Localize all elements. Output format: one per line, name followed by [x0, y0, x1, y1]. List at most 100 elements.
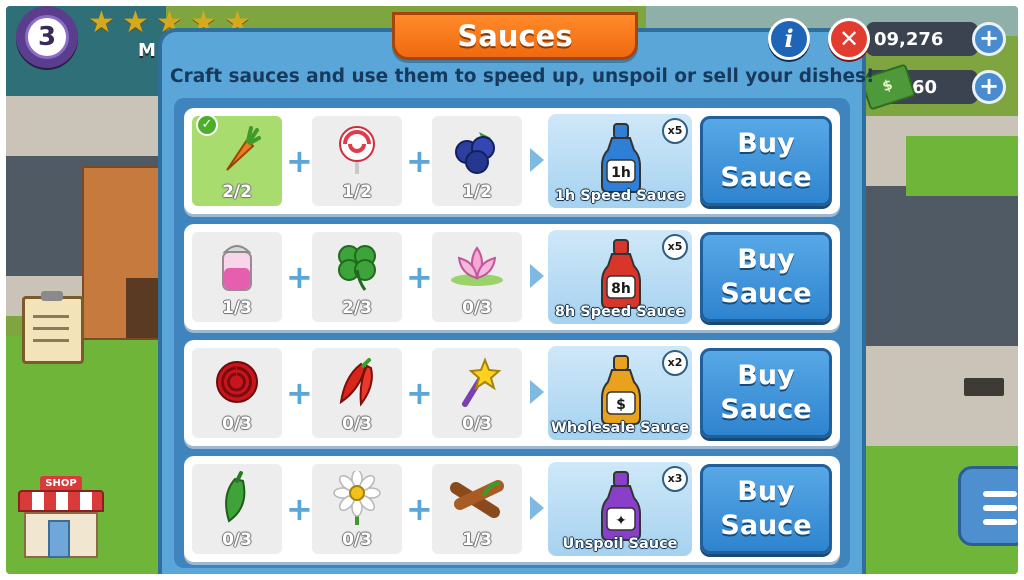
sauce-result[interactable]: 8h x5 8h Speed Sauce: [548, 230, 692, 324]
ingredient-count: 1/2: [342, 182, 372, 202]
svg-text:✦: ✦: [615, 513, 627, 529]
ingredient-count: 0/3: [222, 414, 252, 434]
checkmark-icon: ✓: [196, 114, 218, 136]
info-button[interactable]: i: [768, 18, 810, 60]
buy-sauce-button[interactable]: Buy Sauce: [700, 464, 832, 554]
sauce-name: Unspoil Sauce: [562, 536, 678, 552]
buy-sauce-button[interactable]: Buy Sauce: [700, 348, 832, 438]
blueberries-icon: [432, 124, 522, 176]
ingredient-count: 1/2: [462, 182, 492, 202]
sauce-label: Sauce: [720, 394, 812, 425]
sauce-result[interactable]: 1h x5 1h Speed Sauce: [548, 114, 692, 208]
clipboard-icon[interactable]: [22, 291, 84, 364]
magic-wand-icon: [432, 356, 522, 408]
game-viewport: 3 ★ ★ ★ ★ ★ M 09,276 + 60 $ + SHOP Sauce…: [6, 6, 1018, 574]
star-icon: ★: [88, 6, 115, 40]
plus-icon: +: [286, 374, 313, 412]
ingredient-slot[interactable]: 1/2: [432, 116, 522, 206]
ingredient-slot[interactable]: 0/3: [312, 348, 402, 438]
sauce-multiplier: x5: [662, 118, 688, 144]
ingredient-count: 2/3: [342, 298, 372, 318]
rose-icon: [192, 356, 282, 408]
player-level-badge[interactable]: 3: [16, 6, 78, 68]
plus-icon: +: [286, 490, 313, 528]
recipe-list: 2/2 ✓ 1/2 1/2 + +1h x5 1h Speed Sauce Buy Sauce 1/…: [174, 98, 850, 568]
sauce-name: 8h Speed Sauce: [554, 304, 686, 320]
ingredient-count: 0/3: [222, 530, 252, 550]
sauce-name: 1h Speed Sauce: [554, 188, 686, 204]
player-level: 3: [25, 15, 69, 59]
salt-shaker-icon: [192, 240, 282, 292]
recipe-row: 0/3 0/3 1/3 + + ✦ x3 Unspoil Sauce Buy Sauce: [184, 456, 840, 562]
lotus-icon: [432, 240, 522, 292]
ingredient-slot[interactable]: 2/2 ✓: [192, 114, 282, 206]
cinnamon-icon: [432, 472, 522, 524]
dialog-title: Sauces: [392, 12, 638, 60]
plus-icon: +: [406, 258, 433, 296]
ingredient-slot[interactable]: 0/3: [192, 464, 282, 554]
plus-icon: +: [286, 142, 313, 180]
arrow-right-icon: [530, 264, 544, 288]
svg-text:1h: 1h: [611, 165, 631, 181]
sauce-multiplier: x3: [662, 466, 688, 492]
svg-text:$: $: [616, 397, 626, 413]
green-pepper-icon: [192, 471, 282, 524]
sauce-bottle-icon: ✦: [598, 470, 644, 546]
star-icon: ★: [122, 6, 149, 40]
ingredient-count: 1/3: [222, 298, 252, 318]
arrow-right-icon: [530, 496, 544, 520]
plus-icon: +: [286, 258, 313, 296]
sauce-label: Sauce: [720, 278, 812, 309]
coins-value: 09,276: [874, 28, 944, 50]
sauce-bottle-icon: $: [598, 354, 644, 430]
ingredient-slot[interactable]: 1/3: [192, 232, 282, 322]
ingredient-slot[interactable]: 1/3: [432, 464, 522, 554]
sauce-bottle-icon: 8h: [598, 238, 644, 314]
sauce-result[interactable]: ✦ x3 Unspoil Sauce: [548, 462, 692, 556]
ingredient-slot[interactable]: 0/3: [312, 464, 402, 554]
buy-sauce-button[interactable]: Buy Sauce: [700, 116, 832, 206]
ingredient-count: 1/3: [462, 530, 492, 550]
buy-label: Buy: [737, 244, 795, 275]
ingredient-count: 0/3: [462, 298, 492, 318]
recipe-row: 0/3 0/3 0/3 + + $ x2 Wholesale Sauce Buy Sauce: [184, 340, 840, 446]
add-coins-button[interactable]: +: [972, 22, 1006, 56]
sauce-multiplier: x5: [662, 234, 688, 260]
ingredient-slot[interactable]: 1/2: [312, 116, 402, 206]
sauce-label: Sauce: [720, 510, 812, 541]
ingredient-slot[interactable]: 0/3: [432, 232, 522, 322]
plus-icon: +: [406, 374, 433, 412]
plus-icon: +: [406, 490, 433, 528]
buy-label: Buy: [737, 128, 795, 159]
cash-value: 60: [912, 76, 938, 98]
ingredient-slot[interactable]: 0/3: [192, 348, 282, 438]
ingredient-slot[interactable]: 2/3: [312, 232, 402, 322]
ingredient-count: 0/3: [342, 414, 372, 434]
svg-text:8h: 8h: [611, 281, 631, 297]
plus-icon: +: [406, 142, 433, 180]
arrow-right-icon: [530, 148, 544, 172]
ingredient-slot[interactable]: 0/3: [432, 348, 522, 438]
add-cash-button[interactable]: +: [972, 70, 1006, 104]
chili-peppers-icon: [312, 356, 402, 408]
arrow-right-icon: [530, 380, 544, 404]
recipe-row: 1/3 2/3 0/3 + +8h x5 8h Speed Sauce Buy Sauce: [184, 224, 840, 330]
sauce-label: Sauce: [720, 162, 812, 193]
close-button[interactable]: ✕: [828, 18, 870, 60]
buy-label: Buy: [737, 476, 795, 507]
restaurant-name: M: [138, 40, 156, 61]
ingredient-count: 0/3: [342, 530, 372, 550]
sauce-bottle-icon: 1h: [598, 122, 644, 198]
sauce-multiplier: x2: [662, 350, 688, 376]
coins-counter: 09,276: [866, 22, 978, 56]
ingredient-count: 0/3: [462, 414, 492, 434]
sauce-result[interactable]: $ x2 Wholesale Sauce: [548, 346, 692, 440]
lollipop-icon: [312, 124, 402, 176]
shop-button[interactable]: SHOP: [18, 476, 104, 560]
recipe-row: 2/2 ✓ 1/2 1/2 + +1h x5 1h Speed Sauce Buy Sauce: [184, 108, 840, 214]
ingredient-count: 2/2: [222, 182, 252, 202]
menu-button[interactable]: [958, 466, 1018, 546]
buy-label: Buy: [737, 360, 795, 391]
sauce-name: Wholesale Sauce: [550, 420, 690, 436]
buy-sauce-button[interactable]: Buy Sauce: [700, 232, 832, 322]
